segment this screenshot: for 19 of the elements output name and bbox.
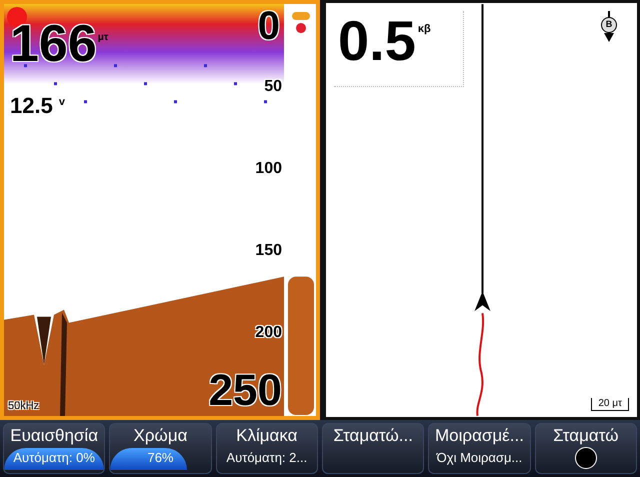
- map-scale-bar: 20 μτ: [591, 398, 629, 411]
- depth-scale-label: 100: [255, 160, 282, 178]
- depth-scale-label: 50: [264, 78, 282, 96]
- range-bottom-label: 250: [208, 368, 282, 414]
- softkey-button[interactable]: Σταματώ...: [322, 423, 424, 474]
- voltage-unit: v: [58, 95, 65, 110]
- voltage-reading: 12.5: [10, 94, 53, 118]
- range-top-label: 0: [258, 4, 280, 48]
- depth-scale-label: 150: [255, 242, 282, 260]
- softkey-button[interactable]: Μοιρασμέ... Όχι Μοιρασμ...: [428, 423, 531, 474]
- depth-reading: 166: [10, 18, 97, 70]
- softkey-button[interactable]: Ευαισθησία Αυτόματη: 0%: [3, 423, 106, 474]
- depth-scale-label: 200: [255, 324, 282, 342]
- boat-icon: [474, 291, 490, 312]
- depth-unit: μτ: [98, 31, 108, 45]
- softkey-button[interactable]: Χρώμα 76%: [109, 423, 212, 474]
- softkey-button[interactable]: Κλίμακα Αυτόματη: 2...: [216, 423, 318, 474]
- softkey-button[interactable]: Σταματώ: [534, 423, 637, 474]
- frequency-label: 50kHz: [8, 398, 40, 414]
